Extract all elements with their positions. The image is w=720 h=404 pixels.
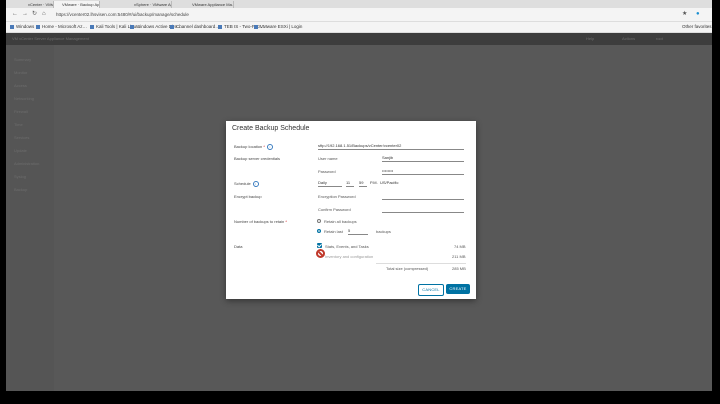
sidebar-item-time[interactable]: Time — [14, 122, 23, 127]
sidebar-item-update[interactable]: Update — [14, 148, 27, 153]
password-label: Password — [318, 169, 336, 174]
retain-all-radio[interactable] — [317, 219, 321, 223]
schedule-ampm-select[interactable]: P.M. — [370, 180, 378, 186]
encrypt-backup-label: Encrypt backup — [234, 194, 262, 199]
retain-count-input[interactable]: 5 — [348, 228, 368, 235]
confirm-password-input[interactable] — [382, 206, 464, 213]
data-label: Data — [234, 244, 243, 249]
browser-tab-active[interactable]: VMware · Backup Appliance Ma… — [54, 1, 100, 8]
address-bar: ← → ↻ ⌂ https://vcenter02.lhsvisen.com:5… — [6, 8, 712, 22]
bookmark-icon — [10, 24, 14, 29]
sidebar-item-summary[interactable]: Summary — [14, 57, 31, 62]
user-menu[interactable]: root — [656, 36, 663, 41]
create-button[interactable]: CREATE — [446, 284, 470, 294]
sidebar-item-services[interactable]: Services — [14, 135, 29, 140]
dialog-title: Create Backup Schedule — [232, 125, 310, 132]
schedule-label: Schedule i — [234, 181, 259, 187]
credentials-label: Backup server credentials — [234, 156, 281, 161]
bookmark-icon — [170, 24, 174, 29]
retain-unit-label: backups — [376, 229, 391, 234]
browser-tab[interactable]: vSphere · VMware Appliance M… — [126, 1, 172, 8]
schedule-timezone: US/Pacific — [380, 180, 399, 185]
info-icon[interactable]: i — [252, 181, 259, 187]
sidebar: Summary Monitor Access Networking Firewa… — [6, 45, 54, 391]
back-icon[interactable]: ← — [12, 11, 18, 18]
cancel-button[interactable]: CANCEL — [418, 284, 444, 296]
forward-icon[interactable]: → — [22, 11, 28, 18]
app-header: VM vCenter Server Appliance Management H… — [6, 33, 712, 45]
refresh-icon[interactable]: ↻ — [32, 11, 37, 18]
sidebar-item-firewall[interactable]: Firewall — [14, 109, 28, 114]
bookmark-icon — [36, 24, 40, 29]
schedule-frequency-select[interactable]: Daily — [318, 180, 342, 187]
other-favorites[interactable]: Other favorites — [682, 24, 712, 30]
username-label: User name — [318, 156, 338, 161]
browser-window: vCenter · VMware ESX · Com… VMware · Bac… — [6, 0, 712, 391]
retain-all-label: Retain all backups — [324, 219, 357, 224]
username-input[interactable]: Sanjib — [382, 155, 464, 162]
retain-last-radio[interactable] — [317, 229, 321, 233]
total-size-label: Total size (compressed) — [386, 266, 429, 271]
profile-icon[interactable]: ● — [696, 11, 700, 18]
password-input[interactable]: •••••••• — [382, 168, 464, 175]
sidebar-item-backup[interactable]: Backup — [14, 187, 27, 192]
retain-label: Number of backups to retain * — [234, 219, 287, 224]
bookmark[interactable]: VMware ESXi | Login — [254, 24, 302, 30]
info-icon[interactable]: i — [266, 144, 273, 150]
confirm-password-label: Confirm Password — [318, 207, 351, 212]
app-title: VM vCenter Server Appliance Management — [12, 36, 89, 41]
bookmark[interactable]: Windows — [10, 24, 34, 30]
sidebar-item-syslog[interactable]: Syslog — [14, 174, 26, 179]
retain-last-label: Retain last — [324, 229, 343, 234]
backup-location-label: Backup location * i — [234, 144, 273, 150]
browser-tab[interactable]: VMware Appliance Ma… — [184, 1, 234, 8]
inventory-size: 211 MB — [452, 254, 466, 259]
sidebar-item-networking[interactable]: Networking — [14, 96, 34, 101]
bookmark-icon — [130, 24, 134, 29]
prohibited-cursor-icon — [316, 249, 325, 258]
bookmark-icon — [218, 24, 222, 29]
backup-location-input[interactable]: sftp://192.168.1.51/Backups/vCenter/vcen… — [318, 143, 464, 150]
bookmark[interactable]: Channel dashboard… — [170, 24, 220, 30]
stats-size: 74 MB — [454, 244, 466, 249]
divider — [376, 263, 466, 264]
encryption-password-input[interactable] — [382, 193, 464, 200]
help-menu[interactable]: Help — [586, 36, 594, 41]
total-size-value: 285 MB — [452, 266, 466, 271]
url-field[interactable]: https://vcenter02.lhsvisen.com:5480/#/ui… — [56, 11, 616, 19]
extensions-icon[interactable]: ★ — [682, 11, 687, 18]
sidebar-item-monitor[interactable]: Monitor — [14, 70, 27, 75]
browser-tab[interactable]: vCenter · VMware ESX · Com… — [20, 1, 54, 8]
encryption-password-label: Encryption Password — [318, 194, 356, 199]
tab-bar: vCenter · VMware ESX · Com… VMware · Bac… — [6, 0, 712, 8]
bookmark-icon — [254, 24, 258, 29]
bookmark-icon — [90, 24, 94, 29]
actions-menu[interactable]: Actions — [622, 36, 635, 41]
sidebar-item-administration[interactable]: Administration — [14, 161, 39, 166]
home-icon[interactable]: ⌂ — [42, 11, 46, 18]
sidebar-item-access[interactable]: Access — [14, 83, 27, 88]
schedule-minute-input[interactable]: 59 — [359, 180, 367, 187]
create-backup-schedule-dialog: Create Backup Schedule Backup location *… — [226, 121, 476, 299]
stats-events-tasks-checkbox[interactable] — [317, 243, 322, 248]
bookmarks-bar: Windows Home - Microsoft Az… Kali Tools … — [6, 22, 712, 33]
inventory-config-label: Inventory and configuration — [325, 254, 374, 259]
bookmark[interactable]: Home - Microsoft Az… — [36, 24, 87, 30]
stats-events-tasks-label: Stats, Events, and Tasks — [325, 244, 369, 249]
schedule-hour-input[interactable]: 11 — [346, 180, 354, 187]
